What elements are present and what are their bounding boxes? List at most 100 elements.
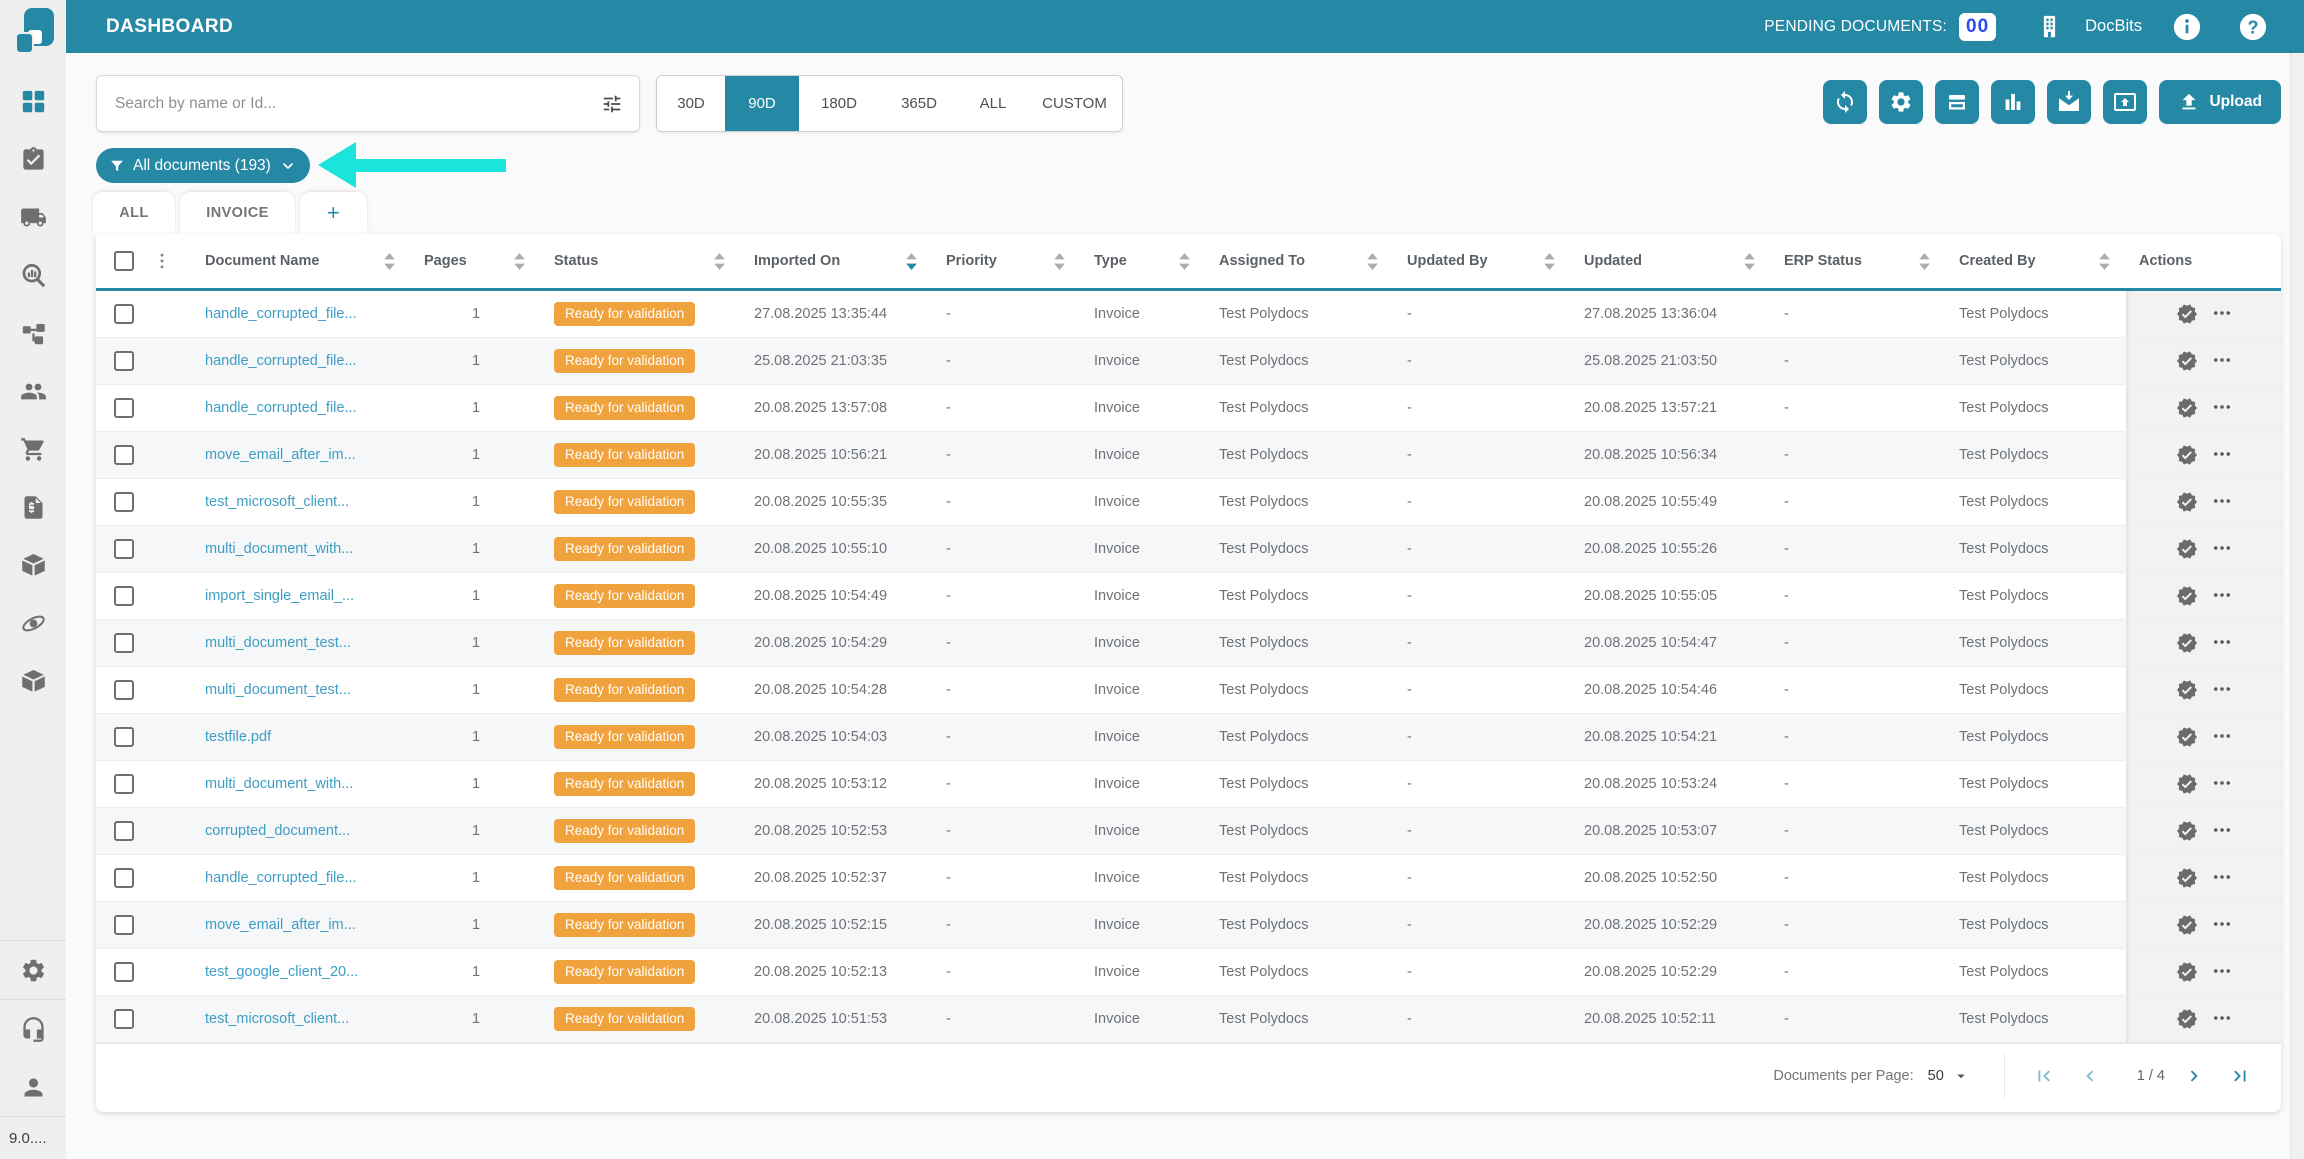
sort-arrows-icon[interactable] bbox=[1919, 252, 1930, 270]
column-header-updated-by[interactable]: Updated By bbox=[1394, 234, 1571, 288]
docbits-logo-icon[interactable] bbox=[11, 6, 57, 54]
verified-badge-icon[interactable] bbox=[2176, 867, 2198, 889]
scanner-button[interactable] bbox=[1935, 80, 1980, 124]
export-button[interactable] bbox=[2103, 80, 2148, 124]
document-name-link[interactable]: import_single_email_... bbox=[192, 588, 411, 604]
row-menu-icon[interactable] bbox=[2212, 491, 2232, 513]
verified-badge-icon[interactable] bbox=[2176, 820, 2198, 842]
tab-add[interactable]: + bbox=[300, 192, 367, 234]
sidebar-item-account[interactable] bbox=[0, 1058, 66, 1116]
row-menu-icon[interactable] bbox=[2212, 585, 2232, 607]
row-checkbox[interactable] bbox=[114, 774, 134, 794]
verified-badge-icon[interactable] bbox=[2176, 444, 2198, 466]
first-page-icon[interactable] bbox=[2033, 1065, 2055, 1087]
info-icon[interactable] bbox=[2172, 12, 2202, 42]
sort-arrows-icon[interactable] bbox=[906, 252, 917, 270]
row-checkbox[interactable] bbox=[114, 680, 134, 700]
document-name-link[interactable]: test_microsoft_client... bbox=[192, 1011, 411, 1027]
row-menu-icon[interactable] bbox=[2212, 679, 2232, 701]
row-menu-icon[interactable] bbox=[2212, 726, 2232, 748]
sidebar-item-integrations[interactable] bbox=[0, 594, 66, 652]
row-checkbox[interactable] bbox=[114, 962, 134, 982]
row-menu-icon[interactable] bbox=[2212, 914, 2232, 936]
column-menu-icon[interactable] bbox=[152, 251, 172, 271]
sort-arrows-icon[interactable] bbox=[1367, 252, 1378, 270]
sidebar-item-workflow[interactable] bbox=[0, 304, 66, 362]
sidebar-item-tasks[interactable] bbox=[0, 130, 66, 188]
verified-badge-icon[interactable] bbox=[2176, 773, 2198, 795]
sidebar-item-packages[interactable] bbox=[0, 536, 66, 594]
row-checkbox[interactable] bbox=[114, 727, 134, 747]
row-checkbox[interactable] bbox=[114, 633, 134, 653]
sidebar-item-insights[interactable] bbox=[0, 246, 66, 304]
row-menu-icon[interactable] bbox=[2212, 397, 2232, 419]
document-name-link[interactable]: multi_document_test... bbox=[192, 635, 411, 651]
sidebar-item-purchases[interactable] bbox=[0, 420, 66, 478]
sidebar-item-dashboard[interactable] bbox=[0, 72, 66, 130]
verified-badge-icon[interactable] bbox=[2176, 1008, 2198, 1030]
document-name-link[interactable]: test_microsoft_client... bbox=[192, 494, 411, 510]
upload-button[interactable]: Upload bbox=[2159, 80, 2281, 124]
sidebar-item-support[interactable] bbox=[0, 1000, 66, 1058]
range-button-custom[interactable]: CUSTOM bbox=[1027, 76, 1122, 131]
range-button-all[interactable]: ALL bbox=[959, 76, 1027, 131]
per-page-caret-icon[interactable] bbox=[1952, 1067, 1970, 1085]
column-header-created-by[interactable]: Created By bbox=[1946, 234, 2126, 288]
verified-badge-icon[interactable] bbox=[2176, 538, 2198, 560]
document-name-link[interactable]: handle_corrupted_file... bbox=[192, 306, 411, 322]
document-name-link[interactable]: move_email_after_im... bbox=[192, 917, 411, 933]
tab-invoice[interactable]: INVOICE bbox=[180, 192, 295, 234]
sort-arrows-icon[interactable] bbox=[1179, 252, 1190, 270]
row-menu-icon[interactable] bbox=[2212, 820, 2232, 842]
mail-import-button[interactable] bbox=[2047, 80, 2092, 124]
row-checkbox[interactable] bbox=[114, 445, 134, 465]
row-menu-icon[interactable] bbox=[2212, 773, 2232, 795]
sort-arrows-icon[interactable] bbox=[1544, 252, 1555, 270]
previous-page-icon[interactable] bbox=[2079, 1065, 2101, 1087]
sort-arrows-icon[interactable] bbox=[514, 252, 525, 270]
sync-button[interactable] bbox=[1823, 80, 1868, 124]
document-name-link[interactable]: handle_corrupted_file... bbox=[192, 353, 411, 369]
row-menu-icon[interactable] bbox=[2212, 1008, 2232, 1030]
row-checkbox[interactable] bbox=[114, 304, 134, 324]
column-header-imported-on[interactable]: Imported On bbox=[741, 234, 933, 288]
last-page-icon[interactable] bbox=[2229, 1065, 2251, 1087]
column-header-actions[interactable]: Actions bbox=[2126, 234, 2281, 288]
verified-badge-icon[interactable] bbox=[2176, 303, 2198, 325]
row-menu-icon[interactable] bbox=[2212, 632, 2232, 654]
all-documents-filter-dropdown[interactable]: All documents (193) bbox=[96, 148, 310, 183]
row-checkbox[interactable] bbox=[114, 1009, 134, 1029]
document-name-link[interactable]: corrupted_document... bbox=[192, 823, 411, 839]
sort-arrows-icon[interactable] bbox=[384, 252, 395, 270]
range-button-180d[interactable]: 180D bbox=[799, 76, 879, 131]
sidebar-item-settings[interactable] bbox=[0, 941, 66, 999]
sidebar-item-users[interactable] bbox=[0, 362, 66, 420]
per-page-value[interactable]: 50 bbox=[1928, 1068, 1944, 1084]
row-menu-icon[interactable] bbox=[2212, 444, 2232, 466]
verified-badge-icon[interactable] bbox=[2176, 585, 2198, 607]
sort-arrows-icon[interactable] bbox=[2099, 252, 2110, 270]
row-menu-icon[interactable] bbox=[2212, 538, 2232, 560]
search-input[interactable] bbox=[115, 94, 587, 113]
select-all-checkbox[interactable] bbox=[114, 251, 134, 271]
document-name-link[interactable]: multi_document_with... bbox=[192, 776, 411, 792]
document-name-link[interactable]: testfile.pdf bbox=[192, 729, 411, 745]
document-name-link[interactable]: multi_document_with... bbox=[192, 541, 411, 557]
statistics-button[interactable] bbox=[1991, 80, 2036, 124]
sidebar-item-products[interactable] bbox=[0, 652, 66, 710]
row-checkbox[interactable] bbox=[114, 492, 134, 512]
tab-all[interactable]: ALL bbox=[93, 192, 175, 234]
verified-badge-icon[interactable] bbox=[2176, 350, 2198, 372]
column-header-priority[interactable]: Priority bbox=[933, 234, 1081, 288]
column-header-updated[interactable]: Updated bbox=[1571, 234, 1771, 288]
sort-arrows-icon[interactable] bbox=[1054, 252, 1065, 270]
range-button-365d[interactable]: 365D bbox=[879, 76, 959, 131]
verified-badge-icon[interactable] bbox=[2176, 961, 2198, 983]
next-page-icon[interactable] bbox=[2183, 1065, 2205, 1087]
settings-button[interactable] bbox=[1879, 80, 1924, 124]
document-name-link[interactable]: move_email_after_im... bbox=[192, 447, 411, 463]
row-checkbox[interactable] bbox=[114, 821, 134, 841]
document-name-link[interactable]: handle_corrupted_file... bbox=[192, 870, 411, 886]
verified-badge-icon[interactable] bbox=[2176, 679, 2198, 701]
row-checkbox[interactable] bbox=[114, 351, 134, 371]
